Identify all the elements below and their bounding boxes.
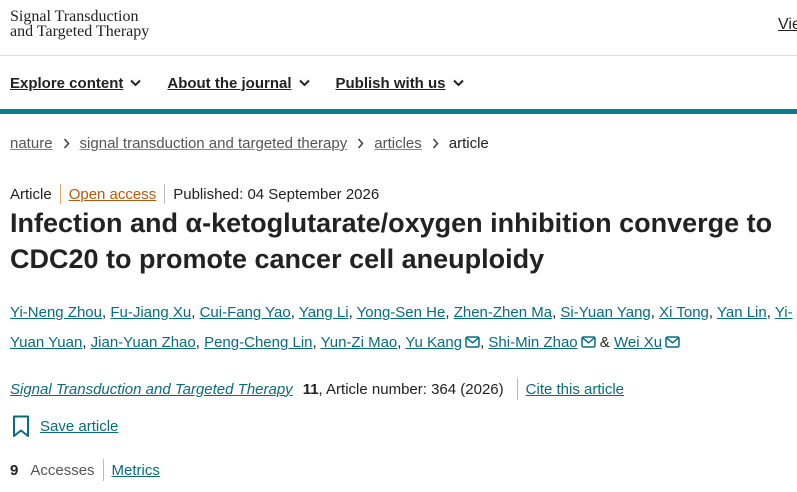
- mail-icon[interactable]: [465, 336, 480, 348]
- article-title: Infection and α-ketoglutarate/oxygen inh…: [10, 208, 773, 274]
- logo-line-2: and Targeted Therapy: [10, 23, 150, 40]
- chevron-right-icon: [63, 138, 70, 149]
- metrics-divider: [102, 459, 104, 481]
- accent-bar: [0, 109, 797, 114]
- open-access-link[interactable]: Open access: [69, 186, 157, 203]
- article-type: Article: [10, 185, 52, 203]
- author-link[interactable]: Peng-Cheng Lin: [204, 334, 312, 351]
- nav-about-journal-label: About the journal: [167, 74, 292, 92]
- logo-line-1: Signal Transduction: [10, 8, 139, 25]
- accesses-count: 9: [10, 461, 19, 479]
- author-link[interactable]: Wei Xu: [614, 334, 662, 351]
- breadcrumb: nature signal transduction and targeted …: [10, 135, 489, 152]
- author-link[interactable]: Yang Li: [299, 304, 349, 321]
- meta-divider: [164, 184, 166, 204]
- author-link[interactable]: Yan Lin: [717, 304, 767, 321]
- bookmark-icon: [12, 415, 30, 438]
- nav-explore-content[interactable]: Explore content: [10, 72, 142, 94]
- author-link[interactable]: Yun-Zi Mao: [321, 334, 398, 351]
- metrics-link[interactable]: Metrics: [112, 462, 160, 479]
- authors-and: &: [599, 334, 610, 351]
- breadcrumb-current: article: [448, 135, 489, 152]
- chevron-down-icon: [452, 79, 464, 87]
- header-divider: [0, 55, 797, 56]
- accesses-label: Accesses: [30, 461, 95, 479]
- breadcrumb-articles[interactable]: articles: [374, 135, 422, 152]
- article-meta: Article Open access Published: 04 Septem…: [10, 184, 379, 204]
- nav-explore-content-label: Explore content: [10, 74, 124, 92]
- meta-divider: [59, 184, 61, 204]
- journal-citation: Signal Transduction and Targeted Therapy…: [10, 378, 624, 400]
- author-link[interactable]: Si-Yuan Yang: [560, 304, 650, 321]
- author-link[interactable]: Yong-Sen He: [357, 304, 446, 321]
- article-metrics: 9 Accesses Metrics: [10, 459, 160, 481]
- nav-publish-with-us-label: Publish with us: [335, 74, 446, 92]
- mail-icon[interactable]: [580, 336, 596, 348]
- chevron-right-icon: [432, 138, 439, 149]
- author-link[interactable]: Xi Tong: [659, 304, 709, 321]
- article-number: , Article number: 364 (2026): [318, 380, 504, 398]
- author-link[interactable]: Yu Kang: [405, 334, 462, 351]
- save-article-button[interactable]: Save article: [12, 415, 118, 438]
- journal-name-link[interactable]: Signal Transduction and Targeted Therapy: [10, 381, 293, 398]
- view-link[interactable]: View: [778, 16, 797, 34]
- author-link[interactable]: Jian-Yuan Zhao: [91, 334, 196, 351]
- author-list: Yi-Neng Zhou, Fu-Jiang Xu, Cui-Fang Yao,…: [10, 304, 793, 351]
- journal-logo[interactable]: Signal Transduction and Targeted Therapy: [10, 8, 150, 40]
- journal-volume: 11: [302, 380, 319, 398]
- author-link[interactable]: Cui-Fang Yao: [200, 304, 291, 321]
- chevron-down-icon: [298, 79, 310, 87]
- author-link[interactable]: Fu-Jiang Xu: [110, 304, 191, 321]
- author-link[interactable]: Shi-Min Zhao: [488, 334, 577, 351]
- main-nav: Explore content About the journal Publis…: [10, 72, 490, 94]
- author-link[interactable]: Zhen-Zhen Ma: [454, 304, 552, 321]
- published-date: Published: 04 September 2026: [173, 185, 380, 203]
- chevron-down-icon: [130, 79, 142, 87]
- nav-about-journal[interactable]: About the journal: [167, 72, 310, 94]
- chevron-right-icon: [357, 138, 364, 149]
- breadcrumb-journal[interactable]: signal transduction and targeted therapy: [80, 135, 348, 152]
- mail-icon[interactable]: [665, 336, 680, 348]
- author-link[interactable]: Yi-Neng Zhou: [10, 304, 102, 321]
- nav-publish-with-us[interactable]: Publish with us: [336, 72, 464, 94]
- save-article-label: Save article: [40, 418, 119, 435]
- citation-divider: [516, 378, 518, 400]
- cite-this-article-link[interactable]: Cite this article: [526, 381, 624, 398]
- breadcrumb-nature[interactable]: nature: [10, 135, 53, 152]
